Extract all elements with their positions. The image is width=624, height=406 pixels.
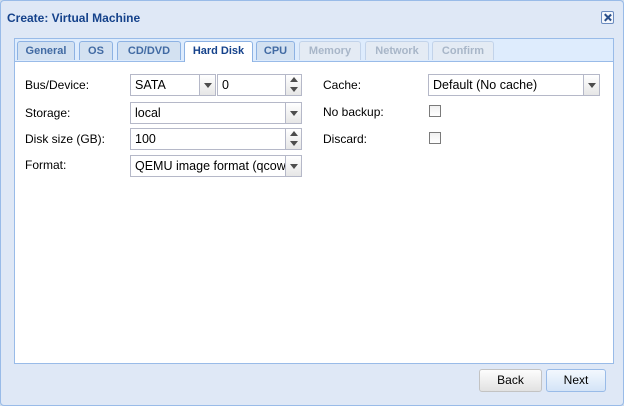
disk-size-spinner[interactable] [285, 128, 302, 150]
no-backup-label: No backup: [323, 105, 384, 119]
tab-memory: Memory [299, 41, 361, 60]
disk-size-label: Disk size (GB): [25, 132, 106, 146]
discard-label: Discard: [323, 132, 368, 146]
spin-down-icon[interactable] [290, 87, 298, 92]
device-number-input[interactable]: 0 [217, 74, 286, 96]
cache-dropdown-trigger[interactable] [583, 74, 600, 96]
back-button[interactable]: Back [479, 369, 542, 392]
close-icon[interactable] [601, 11, 614, 24]
tab-os[interactable]: OS [79, 41, 113, 60]
storage-label: Storage: [25, 106, 71, 120]
bus-select[interactable]: SATA [130, 74, 202, 96]
spin-down-icon[interactable] [290, 141, 298, 146]
cache-label: Cache: [323, 78, 362, 92]
chevron-down-icon [204, 83, 212, 88]
chevron-down-icon [588, 83, 596, 88]
device-number-spinner[interactable] [285, 74, 302, 96]
spin-up-icon[interactable] [290, 77, 298, 82]
next-button[interactable]: Next [546, 369, 606, 392]
tab-strip: General OS CD/DVD Hard Disk CPU Memory N… [15, 39, 613, 62]
tab-cd-dvd[interactable]: CD/DVD [117, 41, 181, 60]
spin-up-icon[interactable] [290, 131, 298, 136]
tab-panel: General OS CD/DVD Hard Disk CPU Memory N… [14, 38, 614, 364]
bus-dropdown-trigger[interactable] [199, 74, 216, 96]
tab-hard-disk[interactable]: Hard Disk [184, 41, 253, 62]
disk-size-input[interactable]: 100 [130, 128, 288, 150]
chevron-down-icon [290, 164, 298, 169]
tab-cpu[interactable]: CPU [256, 41, 295, 60]
storage-select[interactable]: local [130, 102, 288, 124]
tab-network: Network [365, 41, 429, 60]
tab-general[interactable]: General [17, 41, 75, 60]
storage-dropdown-trigger[interactable] [285, 102, 302, 124]
dialog-title: Create: Virtual Machine [7, 11, 141, 25]
create-vm-dialog: Create: Virtual Machine General OS CD/DV… [0, 0, 624, 406]
chevron-down-icon [290, 111, 298, 116]
cache-select[interactable]: Default (No cache) [428, 74, 586, 96]
format-select[interactable]: QEMU image format (qcow2) [130, 155, 288, 177]
format-dropdown-trigger[interactable] [285, 155, 302, 177]
dialog-titlebar[interactable]: Create: Virtual Machine [1, 1, 623, 31]
tab-confirm: Confirm [432, 41, 494, 60]
bus-device-label: Bus/Device: [25, 78, 90, 92]
no-backup-checkbox[interactable] [429, 105, 441, 117]
format-label: Format: [25, 158, 67, 172]
discard-checkbox[interactable] [429, 132, 441, 144]
